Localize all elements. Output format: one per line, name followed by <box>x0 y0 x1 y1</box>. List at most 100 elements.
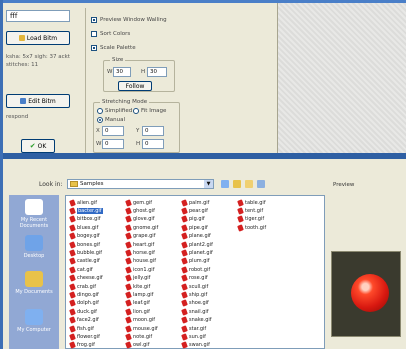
file-item[interactable]: bacter.gif <box>69 207 103 215</box>
file-item[interactable]: scull.gif <box>181 282 208 291</box>
chevron-down-icon[interactable]: ▼ <box>204 180 213 188</box>
file-item[interactable]: bubble.gif <box>69 249 102 257</box>
file-name: swan.gif <box>189 342 210 349</box>
file-item[interactable]: pipe.gif <box>181 224 208 232</box>
file-item[interactable]: leaf.gif <box>125 299 150 307</box>
file-item[interactable]: rose.gif <box>181 274 208 282</box>
file-item[interactable]: ship.gif <box>181 291 207 299</box>
file-item[interactable]: star.gif <box>181 324 206 333</box>
file-item[interactable]: pear.gif <box>181 207 208 215</box>
file-item[interactable]: tooth.gif <box>237 224 266 232</box>
radio-fit-image[interactable]: Fit Image <box>133 108 166 114</box>
preview-image <box>351 274 389 312</box>
file-item[interactable]: snake.gif <box>181 316 212 324</box>
checkbox-sort-colors[interactable]: Sort Colors <box>91 31 130 37</box>
load-bitmap-label: Load Bitm <box>26 34 58 42</box>
file-name: heart.gif <box>133 241 155 248</box>
file-item[interactable]: cat.gif <box>69 266 93 274</box>
file-item[interactable]: bones.gif <box>69 240 100 249</box>
file-item[interactable]: bogey.gif <box>69 232 100 240</box>
file-item[interactable]: horse.gif <box>125 249 155 257</box>
file-item[interactable]: ghost.gif <box>125 207 155 215</box>
checkbox-box[interactable] <box>91 45 97 51</box>
file-item[interactable]: palm.gif <box>181 198 209 207</box>
file-item[interactable]: cheese.gif <box>69 274 103 282</box>
file-item[interactable]: house.gif <box>125 257 156 265</box>
file-item[interactable]: plant2.gif <box>181 240 213 249</box>
offset-w-input[interactable]: 0 <box>102 139 124 149</box>
file-item[interactable]: grape.gif <box>125 232 155 240</box>
radio-manual[interactable]: Manual <box>97 117 125 123</box>
file-item[interactable]: lion.gif <box>125 308 150 316</box>
offset-y-input[interactable]: 0 <box>142 126 164 136</box>
file-item[interactable]: mouse.gif <box>125 324 158 333</box>
new-folder-icon[interactable] <box>245 180 253 188</box>
file-item[interactable]: moon.gif <box>125 316 155 324</box>
file-item[interactable]: glove.gif <box>125 215 155 223</box>
checkbox-box[interactable] <box>91 17 97 23</box>
offset-x-input[interactable]: 0 <box>102 126 124 136</box>
up-folder-icon[interactable] <box>233 180 241 188</box>
file-item[interactable]: note.gif <box>125 333 152 341</box>
gif-file-icon <box>69 224 76 232</box>
file-item[interactable]: crab.gif <box>69 282 96 291</box>
file-item[interactable]: gnome.gif <box>125 224 158 232</box>
radio-dot[interactable] <box>97 117 103 123</box>
file-item[interactable]: duck.gif <box>69 308 97 316</box>
follow-button[interactable]: Follow <box>118 81 152 91</box>
file-item[interactable]: snail.gif <box>181 308 209 316</box>
file-item[interactable]: planet.gif <box>181 249 213 257</box>
file-item[interactable]: frog.gif <box>69 341 95 349</box>
size-w-input[interactable]: 30 <box>113 67 131 77</box>
checkbox-box[interactable] <box>91 31 97 37</box>
file-item[interactable]: fish.gif <box>69 324 94 333</box>
place-my-computer[interactable]: My Computer <box>9 309 59 333</box>
file-item[interactable]: face2.gif <box>69 316 99 324</box>
gif-file-icon <box>69 198 76 207</box>
file-item[interactable]: jelly.gif <box>125 274 150 282</box>
views-menu-icon[interactable] <box>257 180 265 188</box>
file-name: robot.gif <box>189 266 211 273</box>
file-item[interactable]: plane.gif <box>181 232 211 240</box>
place-my-documents[interactable]: My Documents <box>9 271 59 295</box>
file-item[interactable]: robot.gif <box>181 266 211 274</box>
place-desktop[interactable]: Desktop <box>9 235 59 259</box>
file-item[interactable]: shoe.gif <box>181 299 209 307</box>
look-in-dropdown[interactable]: Samples ▼ <box>67 179 214 189</box>
checkbox-preview-window[interactable]: Preview Window Walling <box>91 17 167 23</box>
file-item[interactable]: sun.gif <box>181 333 206 341</box>
file-item[interactable]: castle.gif <box>69 257 100 265</box>
offset-h-input[interactable]: 0 <box>142 139 164 149</box>
file-item[interactable]: blues.gif <box>69 224 98 232</box>
file-item[interactable]: plum.gif <box>181 257 210 265</box>
file-item[interactable]: tent.gif <box>237 207 263 215</box>
radio-simplified[interactable]: Simplified <box>97 108 132 114</box>
file-item[interactable]: tiger.gif <box>237 215 264 223</box>
ok-button[interactable]: ✔ OK <box>21 139 55 153</box>
file-item[interactable]: dingo.gif <box>69 291 99 299</box>
file-item[interactable]: gem.gif <box>125 198 152 207</box>
edit-bitmap-button[interactable]: Edit Bitm <box>6 94 70 108</box>
place-label: Desktop <box>23 253 45 259</box>
file-item[interactable]: table.gif <box>237 198 266 207</box>
back-icon[interactable] <box>221 180 229 188</box>
size-h-input[interactable]: 30 <box>147 67 167 77</box>
radio-dot[interactable] <box>133 108 139 114</box>
file-item[interactable]: kite.gif <box>125 282 150 291</box>
file-list[interactable]: alien.gif bacter.gif bitbox.gif blues.gif bo… <box>65 195 325 349</box>
file-item[interactable]: heart.gif <box>125 240 155 249</box>
file-item[interactable]: owl.gif <box>125 341 149 349</box>
file-item[interactable]: bitbox.gif <box>69 215 100 223</box>
file-item[interactable]: pig.gif <box>181 215 205 223</box>
file-item[interactable]: alien.gif <box>69 198 97 207</box>
checkbox-scale-palette[interactable]: Scale Palette <box>91 45 136 51</box>
load-bitmap-button[interactable]: Load Bitm <box>6 31 70 45</box>
file-item[interactable]: swan.gif <box>181 341 210 349</box>
name-input[interactable]: fff <box>6 10 70 22</box>
file-item[interactable]: lamp.gif <box>125 291 153 299</box>
file-item[interactable]: icon1.gif <box>125 266 154 274</box>
file-item[interactable]: dolph.gif <box>69 299 99 307</box>
file-item[interactable]: flower.gif <box>69 333 100 341</box>
place-recent-documents[interactable]: My Recent Documents <box>9 199 59 229</box>
radio-dot[interactable] <box>97 108 103 114</box>
